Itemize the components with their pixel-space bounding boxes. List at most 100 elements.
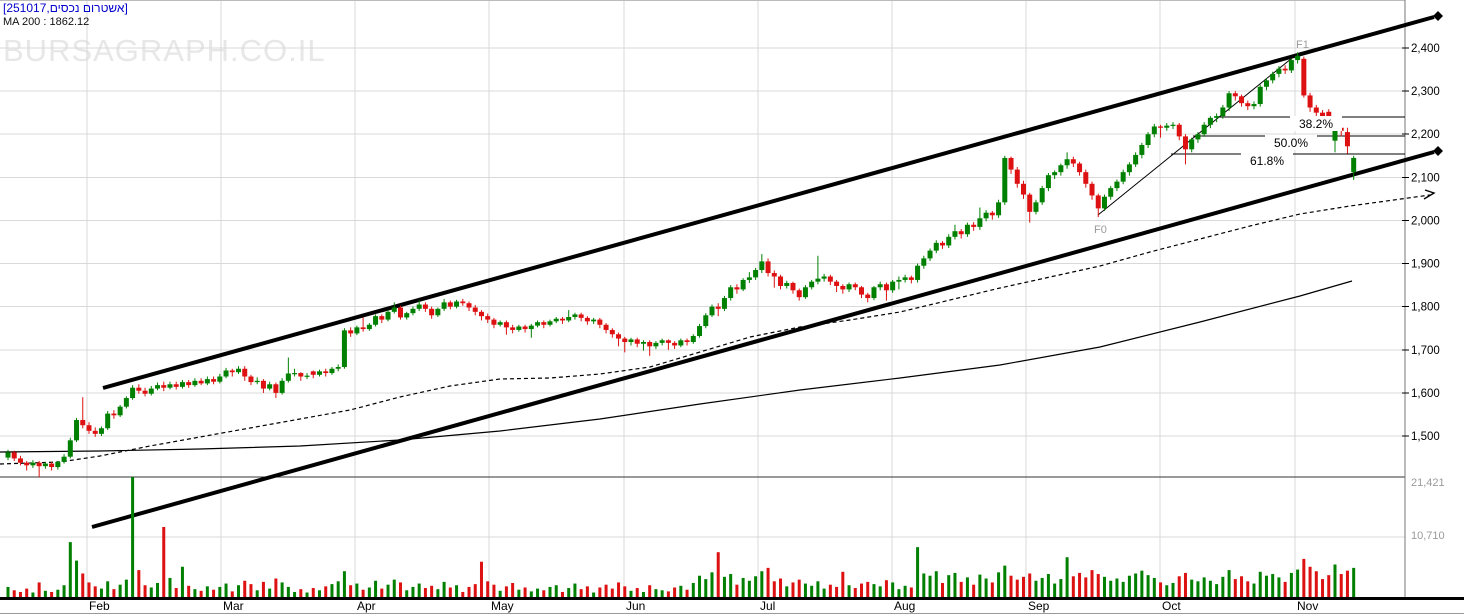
candle-body xyxy=(740,279,746,290)
volume-bar xyxy=(623,586,627,597)
candle-body xyxy=(379,316,385,320)
candle-body xyxy=(460,301,466,304)
volume-bar xyxy=(417,583,421,597)
candle-body xyxy=(148,388,154,394)
candle-body xyxy=(447,302,453,307)
candle-body xyxy=(765,261,771,274)
candle-body xyxy=(921,258,927,266)
volume-bar xyxy=(1034,580,1038,597)
candle-body xyxy=(721,298,727,309)
month-label: Oct xyxy=(1162,599,1181,613)
volume-bar xyxy=(585,586,589,597)
volume-bar xyxy=(779,578,783,597)
candle-body xyxy=(42,463,48,467)
candle-body xyxy=(179,382,185,387)
candle-body xyxy=(360,327,366,330)
candle-body xyxy=(541,322,547,325)
candle-body xyxy=(36,462,42,467)
volume-bar xyxy=(947,575,951,597)
candle-body xyxy=(952,231,958,237)
volume-bar xyxy=(324,586,328,597)
candle-body xyxy=(130,387,136,399)
volume-bar xyxy=(760,571,764,597)
bursagraph-chart: BURSAGRAPH.CO.IL 38.2% 50.0% 61.8% F0 F1 2,40… xyxy=(0,0,1464,614)
candle-body xyxy=(1164,125,1170,128)
candle-body xyxy=(840,285,846,290)
candle-body xyxy=(211,379,217,382)
volume-bar xyxy=(1296,569,1300,597)
candle-body xyxy=(1039,188,1045,203)
price-tick-label: 1,500 xyxy=(1411,431,1440,443)
candle-body xyxy=(759,261,765,271)
candle-body xyxy=(217,376,223,382)
volume-bar xyxy=(803,583,807,597)
volume-bar xyxy=(816,581,820,597)
volume-bar xyxy=(828,584,832,597)
candle-body xyxy=(709,306,715,316)
volume-bar xyxy=(143,585,147,597)
candle-body xyxy=(1133,154,1139,165)
month-label: Aug xyxy=(894,599,915,613)
volume-bar xyxy=(1152,577,1156,597)
volume-bar xyxy=(386,584,390,597)
volume-bar xyxy=(841,571,845,597)
volume-bar xyxy=(523,587,527,597)
candle-body xyxy=(49,463,55,468)
candle-body xyxy=(441,302,447,309)
candle-body xyxy=(1052,172,1058,176)
candle-body xyxy=(821,276,827,279)
volume-bar xyxy=(785,586,789,597)
candle-body xyxy=(105,413,111,429)
candle-body xyxy=(871,287,877,299)
candle-body xyxy=(809,281,815,288)
candle-body xyxy=(1170,124,1176,126)
candle-body xyxy=(285,373,291,381)
candle-body xyxy=(1257,86,1263,105)
volume-bar xyxy=(118,584,122,597)
candle-body xyxy=(983,212,989,219)
volume-bar xyxy=(12,590,16,597)
volume-bar xyxy=(542,590,546,597)
candle-body xyxy=(690,335,696,343)
volume-bar xyxy=(741,577,745,597)
candle-body xyxy=(678,340,684,346)
candle-body xyxy=(1307,95,1313,108)
volume-bar xyxy=(729,574,733,597)
fib-level-label: 38.2% xyxy=(1299,117,1333,131)
candle-body xyxy=(304,375,310,377)
volume-bar xyxy=(504,586,508,597)
candle-body xyxy=(1126,164,1132,173)
volume-bar xyxy=(168,577,172,597)
candle-body xyxy=(665,340,671,343)
volume-bar xyxy=(93,586,97,597)
volume-bar xyxy=(305,592,309,597)
candle-body xyxy=(896,279,902,282)
candle-body xyxy=(647,342,653,347)
candle-body xyxy=(74,420,80,441)
candle-body xyxy=(341,330,347,368)
candle-body xyxy=(1226,93,1232,108)
candle-body xyxy=(5,452,11,458)
candle-body xyxy=(528,325,534,330)
month-label: Nov xyxy=(1297,599,1318,613)
candle-body xyxy=(1033,202,1039,212)
volume-bar xyxy=(984,578,988,597)
volume-bar xyxy=(1102,576,1106,597)
candle-body xyxy=(1189,139,1195,150)
volume-bar xyxy=(1321,579,1325,597)
volume-bar xyxy=(1040,577,1044,597)
volume-bar xyxy=(1165,585,1169,597)
candle-body xyxy=(292,373,298,375)
candle-body xyxy=(1207,117,1213,125)
candle-body xyxy=(1008,157,1014,170)
volume-bar xyxy=(1333,564,1337,597)
candle-body xyxy=(136,387,142,391)
candle-body xyxy=(802,287,808,298)
volume-bar xyxy=(1183,572,1187,597)
candle-body xyxy=(852,284,858,288)
volume-bar xyxy=(517,589,521,597)
volume-bar xyxy=(617,582,621,597)
volume-bar xyxy=(1283,581,1287,597)
month-label: Jul xyxy=(760,599,775,613)
volume-bar xyxy=(648,585,652,597)
